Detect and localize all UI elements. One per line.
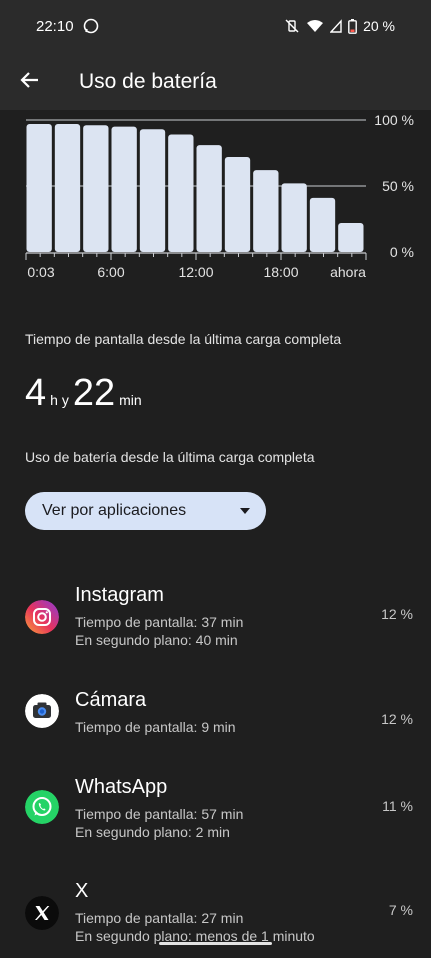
app-background-time: En segundo plano: 2 min: [75, 824, 230, 840]
screen-time-hours-unit: h y: [50, 392, 69, 408]
wifi-icon: [307, 20, 324, 32]
app-name: Instagram: [75, 584, 164, 606]
battery-icon: [348, 18, 357, 34]
y-tick-label: 0 %: [390, 244, 414, 260]
screen-time-value: 4 h y 22 min: [25, 372, 146, 415]
app-screen-time: Tiempo de pantalla: 57 min: [75, 806, 244, 822]
battery-bar: [168, 134, 194, 252]
x-icon: [25, 896, 59, 930]
app-percent: 11 %: [382, 798, 413, 814]
x-tick-label: 12:00: [178, 264, 213, 280]
battery-bar: [253, 170, 279, 252]
y-tick-label: 100 %: [374, 112, 414, 128]
mute-vibrate-icon: [285, 19, 299, 33]
x-tick-label: 6:00: [97, 264, 124, 280]
x-tick-label: ahora: [330, 264, 366, 280]
camera-icon: [25, 694, 59, 728]
app-name: Cámara: [75, 689, 147, 711]
app-row-camara[interactable]: Cámara Tiempo de pantalla: 9 min 12 %: [0, 689, 431, 739]
app-background-time: En segundo plano: 40 min: [75, 632, 238, 648]
battery-bar: [224, 156, 251, 252]
battery-bar: [338, 222, 364, 252]
status-icons: 20 %: [284, 18, 395, 34]
battery-bar: [281, 183, 307, 252]
view-by-dropdown[interactable]: Ver por aplicaciones: [25, 492, 266, 530]
battery-percent: 20 %: [363, 18, 395, 34]
app-row-whatsapp[interactable]: WhatsApp Tiempo de pantalla: 57 min En s…: [0, 776, 431, 846]
signal-icon: [330, 19, 342, 33]
whatsapp-notification-icon: [83, 18, 99, 34]
battery-bar: [54, 123, 81, 253]
page-title: Uso de batería: [79, 70, 217, 93]
x-tick-label: 18:00: [263, 264, 298, 280]
battery-bar: [196, 145, 222, 252]
app-bar: Uso de batería: [0, 52, 431, 110]
battery-usage-heading: Uso de batería desde la última carga com…: [25, 449, 315, 465]
instagram-icon: [25, 600, 59, 634]
screen-time-minutes: 22: [72, 372, 116, 414]
status-time: 22:10: [36, 18, 74, 35]
app-row-instagram[interactable]: Instagram Tiempo de pantalla: 37 min En …: [0, 584, 431, 654]
y-tick-label: 50 %: [382, 178, 414, 194]
battery-bar: [83, 125, 109, 252]
back-arrow-icon[interactable]: [18, 68, 42, 92]
app-name: WhatsApp: [75, 776, 168, 798]
app-name: X: [75, 880, 89, 902]
battery-bar: [26, 123, 52, 253]
app-screen-time: Tiempo de pantalla: 9 min: [75, 719, 236, 735]
app-percent: 12 %: [381, 606, 413, 622]
app-screen-time: Tiempo de pantalla: 27 min: [75, 910, 244, 926]
status-bar: 22:10 20 %: [0, 0, 431, 52]
app-screen-time: Tiempo de pantalla: 37 min: [75, 614, 244, 630]
battery-bar: [309, 197, 336, 252]
x-tick-label: 0:03: [27, 264, 54, 280]
screen-time-heading: Tiempo de pantalla desde la última carga…: [25, 331, 342, 347]
screen-time-hours: 4: [25, 372, 47, 414]
app-percent: 12 %: [381, 711, 413, 727]
app-row-x[interactable]: X Tiempo de pantalla: 27 min En segundo …: [0, 880, 431, 950]
screen-time-minutes-unit: min: [119, 392, 142, 408]
chevron-down-icon: [240, 508, 250, 514]
gesture-navigation-bar[interactable]: [159, 942, 272, 945]
app-percent: 7 %: [388, 902, 413, 918]
battery-bar: [139, 129, 166, 252]
battery-bar: [111, 126, 137, 252]
dropdown-label: Ver por aplicaciones: [42, 502, 187, 519]
battery-level-chart: 0:03 6:00 12:00 18:00 ahora 100 % 50 % 0 %: [25, 112, 414, 280]
whatsapp-icon: [25, 790, 59, 824]
